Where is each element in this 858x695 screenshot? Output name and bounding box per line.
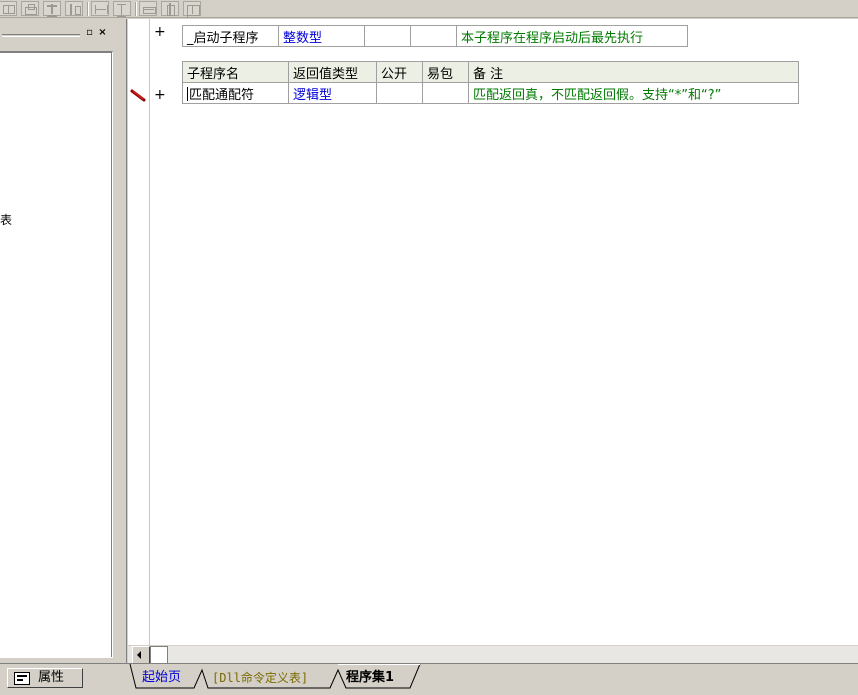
toolbar-separator bbox=[135, 2, 137, 16]
table-header-row: 子程序名 返回值类型 公开 易包 备 注 bbox=[182, 61, 799, 83]
subroutine-comment-cell[interactable]: 匹配返回真，不匹配返回假。支持“*”和“?” bbox=[468, 82, 799, 104]
tab-program-set[interactable]: 程序集1 bbox=[346, 669, 394, 687]
properties-tab-label: 属性 bbox=[38, 670, 65, 685]
subroutine-easy-pack-cell[interactable] bbox=[422, 82, 469, 104]
subroutine-name-text: 匹配通配符 bbox=[189, 87, 255, 103]
equal-height-spacing-icon[interactable] bbox=[113, 1, 131, 17]
text-cursor bbox=[187, 86, 188, 101]
same-size-icon[interactable] bbox=[183, 1, 201, 16]
startup-return-type-cell[interactable]: 整数型 bbox=[278, 25, 365, 47]
table-row[interactable]: _启动子程序 整数型 本子程序在程序启动后最先执行 bbox=[182, 25, 688, 47]
tab-dll-commands[interactable]: [Dll命令定义表] bbox=[212, 669, 308, 687]
panel-title-grip bbox=[2, 34, 80, 37]
scroll-left-button[interactable] bbox=[132, 646, 150, 664]
subroutine-public-cell[interactable] bbox=[376, 82, 423, 104]
align-bottom-icon[interactable] bbox=[65, 1, 83, 16]
splitter[interactable] bbox=[122, 19, 127, 663]
layout-toolbar bbox=[0, 0, 858, 18]
subroutine-table: 子程序名 返回值类型 公开 易包 备 注 匹配通配符 逻辑型 匹配返回真，不匹配… bbox=[182, 61, 799, 104]
panel-minimize-button[interactable]: ▫ bbox=[84, 28, 95, 39]
expand-startup-icon[interactable]: + bbox=[154, 24, 166, 40]
same-width-icon[interactable] bbox=[139, 1, 157, 16]
align-middle-icon[interactable] bbox=[43, 1, 61, 17]
startup-name-cell[interactable]: _启动子程序 bbox=[182, 25, 279, 47]
scroll-thumb[interactable] bbox=[150, 646, 168, 664]
subroutine-name-cell[interactable]: 匹配通配符 bbox=[182, 82, 289, 104]
startup-comment-cell[interactable]: 本子程序在程序启动后最先执行 bbox=[456, 25, 688, 47]
tab-start-page[interactable]: 起始页 bbox=[142, 669, 181, 687]
editor-gutter bbox=[128, 19, 150, 645]
header-comment: 备 注 bbox=[468, 61, 799, 83]
close-icon: × bbox=[98, 27, 107, 38]
startup-easy-pack-cell[interactable] bbox=[410, 25, 457, 47]
table-row[interactable]: 匹配通配符 逻辑型 匹配返回真，不匹配返回假。支持“*”和“?” bbox=[182, 82, 799, 104]
toolbar-separator bbox=[87, 2, 89, 16]
header-return-type: 返回值类型 bbox=[288, 61, 377, 83]
equal-width-spacing-icon[interactable] bbox=[91, 1, 109, 16]
header-easy-pack: 易包 bbox=[422, 61, 469, 83]
header-public: 公开 bbox=[376, 61, 423, 83]
properties-tab[interactable]: 属性 bbox=[7, 668, 83, 688]
expand-subroutine-icon[interactable]: + bbox=[154, 87, 166, 103]
bottom-tab-bar: 属性 起始页 [Dll命令定义表] 程序集1 bbox=[0, 663, 858, 695]
panel-close-button[interactable]: × bbox=[97, 28, 108, 39]
startup-subroutine-table: _启动子程序 整数型 本子程序在程序启动后最先执行 bbox=[182, 25, 688, 47]
same-height-icon[interactable] bbox=[161, 1, 179, 16]
header-name: 子程序名 bbox=[182, 61, 289, 83]
tree-item-fragment[interactable]: 表 bbox=[0, 211, 12, 228]
document-tabs: 起始页 [Dll命令定义表] 程序集1 bbox=[122, 664, 858, 694]
properties-icon bbox=[14, 672, 30, 685]
code-editor[interactable]: + _启动子程序 整数型 本子程序在程序启动后最先执行 子程序名 返回值类型 公… bbox=[128, 19, 858, 645]
pencil-icon bbox=[130, 89, 146, 102]
workspace-panel: ▫ × 表 bbox=[0, 19, 121, 663]
subroutine-return-type-cell[interactable]: 逻辑型 bbox=[288, 82, 377, 104]
align-top-icon[interactable] bbox=[21, 1, 39, 16]
startup-public-cell[interactable] bbox=[364, 25, 411, 47]
align-center-horizontal-icon[interactable] bbox=[0, 1, 17, 16]
project-tree[interactable]: 表 bbox=[0, 51, 113, 658]
minimize-icon: ▫ bbox=[86, 27, 93, 38]
horizontal-scrollbar[interactable] bbox=[128, 645, 858, 664]
